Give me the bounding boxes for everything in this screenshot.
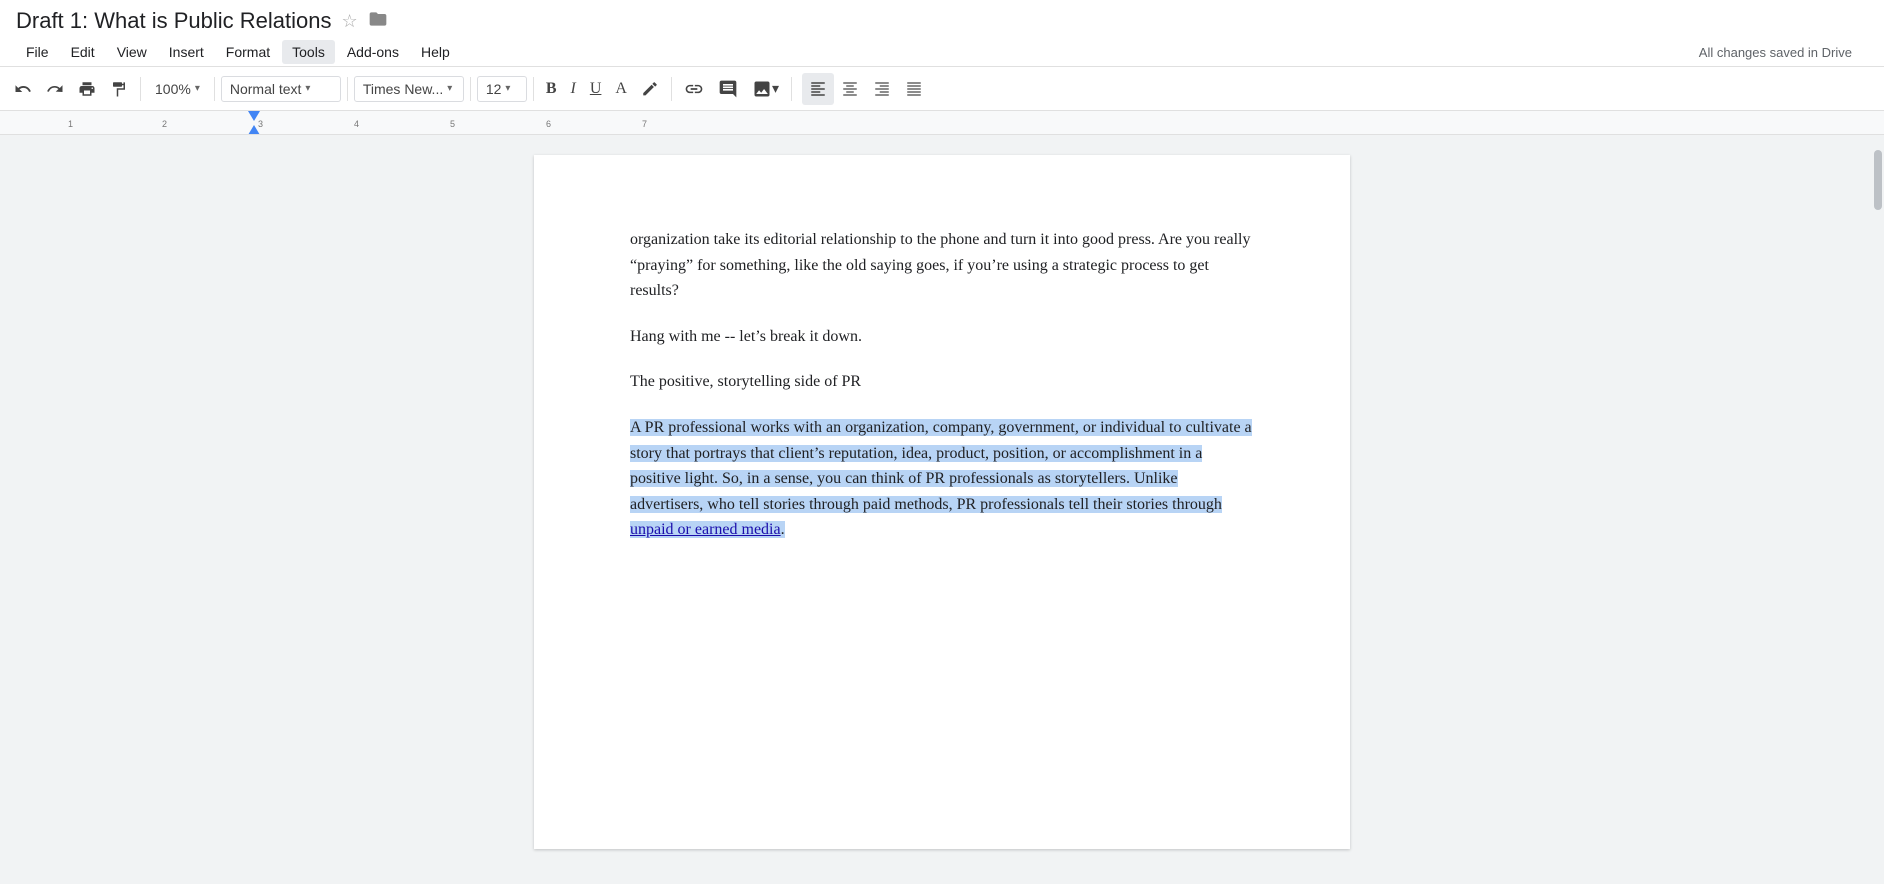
size-dropdown[interactable]: 12 ▾: [477, 76, 527, 102]
zoom-dropdown[interactable]: 100% ▾: [147, 77, 208, 101]
bold-button[interactable]: B: [540, 76, 563, 102]
doc-area: organization take its editorial relation…: [0, 135, 1884, 869]
separator-3: [347, 77, 348, 101]
saved-status: All changes saved in Drive: [1699, 45, 1868, 60]
paint-format-button[interactable]: [104, 76, 134, 102]
menu-edit[interactable]: Edit: [61, 40, 105, 64]
style-value: Normal text: [230, 81, 302, 97]
zoom-arrow: ▾: [195, 83, 200, 94]
paragraph-4-link[interactable]: unpaid or earned media: [630, 521, 781, 538]
svg-text:1: 1: [68, 119, 73, 129]
menu-format[interactable]: Format: [216, 40, 280, 64]
paragraph-1-text: organization take its editorial relation…: [630, 231, 1250, 299]
svg-text:4: 4: [354, 119, 359, 129]
ruler: 1 2 3 4 5 6 7: [0, 111, 1884, 135]
font-value: Times New...: [363, 81, 443, 97]
paragraph-3: The positive, storytelling side of PR: [630, 369, 1254, 395]
align-left-button[interactable]: [802, 73, 834, 105]
image-button[interactable]: ▾: [746, 75, 785, 103]
paragraph-1: organization take its editorial relation…: [630, 227, 1254, 304]
size-arrow: ▾: [505, 83, 510, 94]
print-button[interactable]: [72, 76, 102, 102]
align-center-button[interactable]: [834, 73, 866, 105]
scrollbar-thumb[interactable]: [1874, 150, 1882, 210]
menu-view[interactable]: View: [107, 40, 157, 64]
comment-button[interactable]: [712, 75, 744, 103]
svg-text:5: 5: [450, 119, 455, 129]
style-arrow: ▾: [305, 83, 310, 94]
separator-4: [470, 77, 471, 101]
image-arrow: ▾: [772, 80, 779, 97]
separator-5: [533, 77, 534, 101]
doc-content: organization take its editorial relation…: [630, 227, 1254, 543]
scrollbar[interactable]: [1872, 150, 1884, 750]
undo-button[interactable]: [8, 76, 38, 102]
menu-help[interactable]: Help: [411, 40, 460, 64]
paragraph-4-period: .: [781, 521, 785, 538]
link-button[interactable]: [678, 75, 710, 103]
toolbar: 100% ▾ Normal text ▾ Times New... ▾ 12 ▾…: [0, 67, 1884, 111]
folder-icon[interactable]: [368, 9, 388, 34]
menu-bar: File Edit View Insert Format Tools Add-o…: [16, 38, 1868, 66]
separator-1: [140, 77, 141, 101]
menu-addons[interactable]: Add-ons: [337, 40, 409, 64]
separator-6: [671, 77, 672, 101]
align-justify-button[interactable]: [898, 73, 930, 105]
separator-7: [791, 77, 792, 101]
menu-insert[interactable]: Insert: [159, 40, 214, 64]
style-dropdown[interactable]: Normal text ▾: [221, 76, 341, 102]
paragraph-2-text: Hang with me -- let’s break it down.: [630, 328, 862, 345]
redo-button[interactable]: [40, 76, 70, 102]
svg-text:2: 2: [162, 119, 167, 129]
font-arrow: ▾: [447, 83, 452, 94]
font-color-button[interactable]: A: [609, 76, 633, 102]
size-value: 12: [486, 81, 502, 97]
zoom-value: 100%: [155, 81, 191, 97]
svg-text:6: 6: [546, 119, 551, 129]
doc-title: Draft 1: What is Public Relations: [16, 8, 331, 34]
svg-text:3: 3: [258, 119, 263, 129]
menu-file[interactable]: File: [16, 40, 59, 64]
align-group: [802, 73, 930, 105]
page: organization take its editorial relation…: [534, 155, 1350, 849]
paragraph-4-highlighted-text: A PR professional works with an organiza…: [630, 419, 1252, 513]
underline-button[interactable]: U: [584, 76, 608, 102]
highlight-button[interactable]: [635, 76, 665, 102]
paragraph-3-text: The positive, storytelling side of PR: [630, 373, 861, 390]
menu-tools[interactable]: Tools: [282, 40, 335, 64]
star-icon[interactable]: ☆: [341, 11, 357, 32]
font-dropdown[interactable]: Times New... ▾: [354, 76, 464, 102]
italic-button[interactable]: I: [565, 76, 582, 102]
separator-2: [214, 77, 215, 101]
paragraph-2: Hang with me -- let’s break it down.: [630, 324, 1254, 350]
paragraph-4: A PR professional works with an organiza…: [630, 415, 1254, 543]
align-right-button[interactable]: [866, 73, 898, 105]
svg-text:7: 7: [642, 119, 647, 129]
